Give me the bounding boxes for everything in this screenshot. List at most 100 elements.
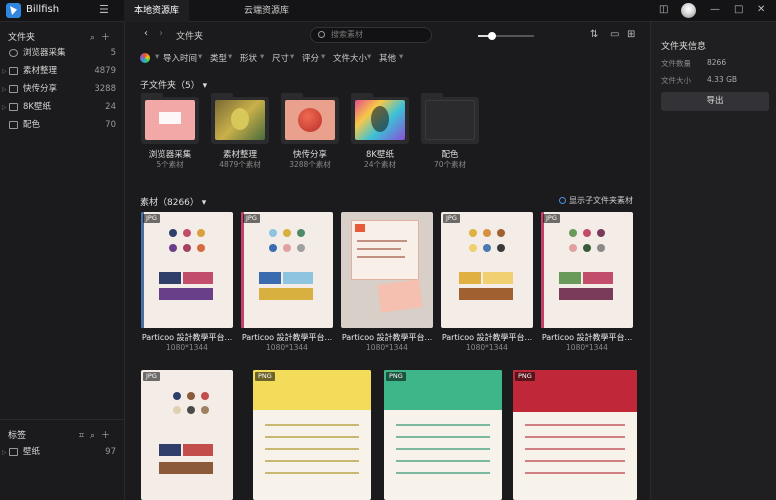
search-placeholder: 搜索素材 <box>331 30 363 39</box>
check-icon <box>559 197 566 204</box>
filter-import-time[interactable]: 导入时间 <box>163 52 197 64</box>
material-dimensions: 1080*1344 <box>466 343 508 352</box>
material-title: Particoo 設計教學平台... <box>141 333 233 342</box>
filter-size[interactable]: 尺寸 <box>272 52 289 64</box>
export-button[interactable]: 导出 <box>661 92 769 111</box>
filter-shape[interactable]: 形状 <box>240 52 257 64</box>
folder-thumbnail <box>355 100 405 140</box>
forward-icon[interactable]: › <box>159 28 163 39</box>
subfolder-count: 3288个素材 <box>289 160 331 169</box>
color-filter-icon[interactable] <box>140 53 150 63</box>
show-subfolder-label: 显示子文件夹素材 <box>569 196 633 205</box>
menu-icon[interactable]: ☰ <box>99 3 109 17</box>
material-title: Particoo 設計教學平台... <box>441 333 533 342</box>
filter-rating[interactable]: 评分 <box>302 52 319 64</box>
file-count-label: 文件数量 <box>661 59 691 68</box>
material-title: Particoo 設計教學平台... <box>341 333 433 342</box>
close-icon[interactable]: ✕ <box>757 4 765 15</box>
bookmark-icon[interactable]: ⌗ <box>79 431 90 441</box>
tag-label: 壁纸 <box>23 447 41 457</box>
subfolder-count: 5个素材 <box>156 160 184 169</box>
material-thumbnail <box>441 212 533 328</box>
filter-other[interactable]: 其他 <box>379 52 396 64</box>
info-panel-title: 文件夹信息 <box>661 42 707 52</box>
sidebar-item-color[interactable]: 配色 70 <box>0 117 124 134</box>
subfolder-count: 70个素材 <box>433 160 467 169</box>
tab-cloud-library[interactable]: 云端资源库 <box>234 0 299 22</box>
sort-icon[interactable]: ⇅ <box>590 29 598 40</box>
sidebar-tag-wallpaper[interactable]: ▷ 壁纸 97 <box>0 444 124 461</box>
app-name: Billfish <box>26 4 60 15</box>
expand-arrow-icon[interactable]: ▷ <box>2 99 7 116</box>
search-icon[interactable]: ⌕ <box>90 431 101 441</box>
folder-actions: ⌕＋ <box>90 30 116 43</box>
folder-icon <box>9 85 18 93</box>
subfolder-color[interactable]: 配色 70个素材 <box>421 93 479 169</box>
folder-thumbnail <box>285 100 335 140</box>
show-subfolder-toggle[interactable]: 显示子文件夹素材 <box>559 195 633 206</box>
subfolder-count: 4879个素材 <box>219 160 261 169</box>
file-type-badge: JPG <box>543 214 560 223</box>
subfolders-title[interactable]: 子文件夹（5） ▾ <box>140 78 207 91</box>
tags-header[interactable]: 标签 <box>8 428 26 442</box>
breadcrumb[interactable]: 文件夹 <box>176 29 203 42</box>
sidebar-item-count: 5 <box>110 48 116 58</box>
folders-header[interactable]: 文件夹 <box>8 30 35 44</box>
search-icon[interactable]: ⌕ <box>90 33 101 43</box>
add-folder-icon[interactable]: ＋ <box>101 33 116 43</box>
materials-title-label: 素材（8266） <box>140 198 199 208</box>
materials-title[interactable]: 素材（8266） ▾ <box>140 195 206 208</box>
search-input[interactable]: 搜索素材 <box>310 27 432 43</box>
folder-thumbnail <box>145 100 195 140</box>
material-thumbnail <box>341 212 433 328</box>
search-icon <box>318 31 325 38</box>
expand-arrow-icon[interactable]: ▷ <box>2 444 7 461</box>
subfolder-browser-collect[interactable]: 浏览器采集 5个素材 <box>141 93 199 169</box>
material-thumbnail <box>141 370 233 500</box>
panel-toggle-icon[interactable]: ◫ <box>659 4 668 15</box>
tag-count: 97 <box>105 447 116 457</box>
material-thumbnail <box>253 370 371 500</box>
sidebar-item-8k-wallpaper[interactable]: ▷ 8K壁纸 24 <box>0 99 124 116</box>
tag-actions: ⌗⌕＋ <box>79 428 116 441</box>
subfolder-share[interactable]: 快传分享 3288个素材 <box>281 93 339 169</box>
material-dimensions: 1080*1344 <box>266 343 308 352</box>
expand-arrow-icon[interactable]: ▷ <box>2 81 7 98</box>
subfolders-title-label: 子文件夹 <box>140 81 177 91</box>
filter-type[interactable]: 类型 <box>210 52 227 64</box>
main-content: ‹ › 文件夹 搜索素材 ⇅ ▭ ⊞ ▾ 导入时间 类型 形状 尺寸 评分 文件… <box>126 22 646 500</box>
layout-icon[interactable]: ⊞ <box>627 29 635 40</box>
filter-file-size[interactable]: 文件大小 <box>333 52 367 64</box>
sidebar-item-material[interactable]: ▷ 素材整理 4879 <box>0 63 124 80</box>
folder-thumbnail <box>425 100 475 140</box>
file-size-label: 文件大小 <box>661 76 691 85</box>
file-size-value: 4.33 GB <box>707 75 738 84</box>
material-thumbnail <box>384 370 502 500</box>
sidebar-item-browser-collect[interactable]: 浏览器采集 5 <box>0 45 124 62</box>
billfish-logo-icon <box>6 3 21 18</box>
sidebar-item-count: 4879 <box>94 66 116 76</box>
preview-icon[interactable]: ▭ <box>610 29 619 40</box>
subfolders-count: （5） <box>176 81 200 91</box>
subfolder-8k-wallpaper[interactable]: 8K壁纸 24个素材 <box>351 93 409 169</box>
zoom-slider-knob[interactable] <box>488 32 496 40</box>
sidebar-item-label: 8K壁纸 <box>23 102 51 112</box>
expand-arrow-icon[interactable]: ▷ <box>2 63 7 80</box>
add-tag-icon[interactable]: ＋ <box>101 431 116 441</box>
sidebar-item-label: 浏览器采集 <box>23 48 66 58</box>
maximize-icon[interactable]: □ <box>734 4 743 15</box>
tab-local-library[interactable]: 本地资源库 <box>124 0 190 22</box>
tag-icon <box>9 448 18 456</box>
material-title: Particoo 設計教學平台... <box>541 333 633 342</box>
material-thumbnail <box>241 212 333 328</box>
subfolder-material[interactable]: 素材整理 4879个素材 <box>211 93 269 169</box>
back-icon[interactable]: ‹ <box>144 28 148 39</box>
file-type-badge: PNG <box>515 372 535 381</box>
sidebar-item-share[interactable]: ▷ 快传分享 3288 <box>0 81 124 98</box>
minimize-icon[interactable]: — <box>710 4 720 15</box>
material-title: Particoo 設計教學平台... <box>241 333 333 342</box>
avatar[interactable] <box>681 3 696 18</box>
material-dimensions: 1080*1344 <box>566 343 608 352</box>
file-type-badge: JPG <box>143 214 160 223</box>
zoom-slider[interactable] <box>478 32 534 40</box>
